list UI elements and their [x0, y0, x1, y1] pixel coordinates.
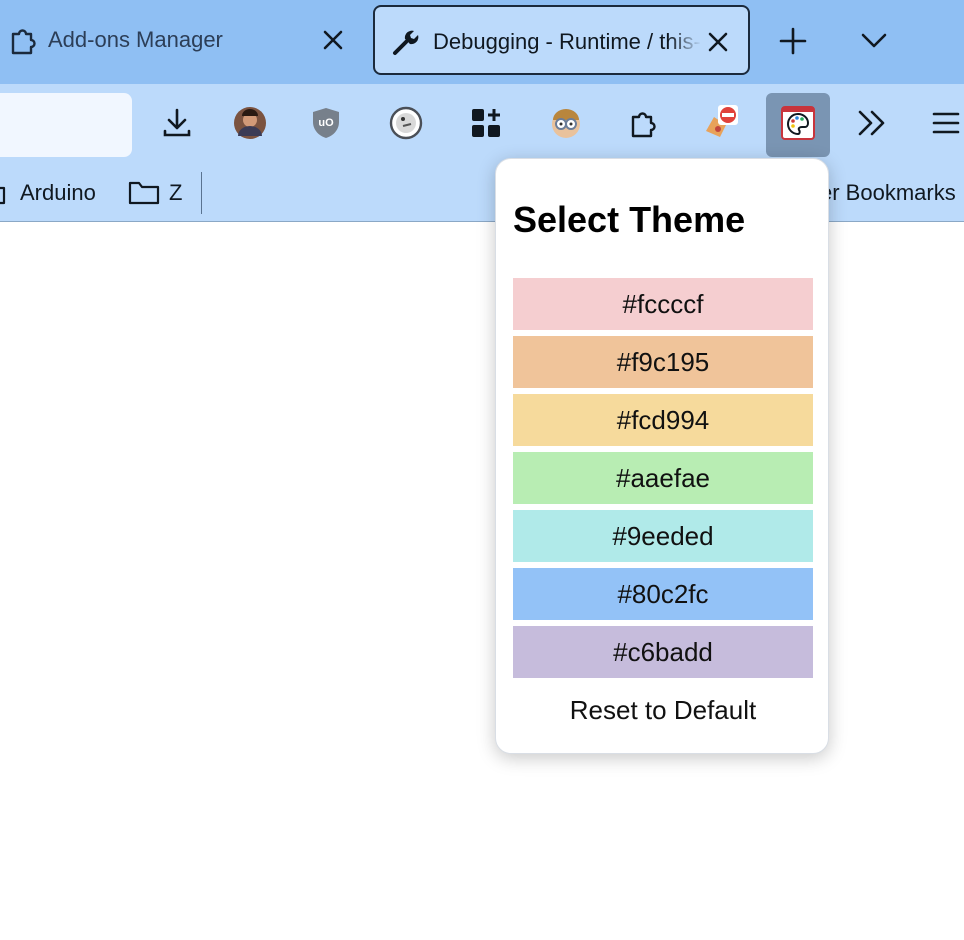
apps-grid-button[interactable] [454, 93, 518, 157]
bookmark-folder-arduino[interactable]: Arduino [0, 180, 96, 206]
apps-grid-plus-icon [470, 107, 502, 144]
duckduckgo-icon [389, 106, 423, 145]
theme-swatch-button[interactable]: #f9c195 [513, 336, 813, 388]
duckduckgo-button[interactable] [374, 93, 438, 157]
palette-icon [781, 105, 815, 145]
theme-picker-button[interactable] [766, 93, 830, 157]
chevron-down-icon[interactable] [859, 26, 889, 56]
folder-icon [0, 180, 8, 206]
avatar-extension-button[interactable] [218, 93, 282, 157]
tab-addons-manager[interactable]: Add-ons Manager [0, 5, 368, 75]
tab-debugging[interactable]: Debugging - Runtime / this-firefox [373, 5, 750, 75]
theme-swatch-button[interactable]: #fcd994 [513, 394, 813, 446]
tab-strip: Add-ons Manager Debugging - Runtime / th… [0, 0, 964, 84]
glasses-face-button[interactable] [534, 93, 598, 157]
bookmarks-separator [201, 172, 202, 214]
bookmark-label: Z [169, 180, 183, 205]
popup-title: Select Theme [513, 199, 746, 240]
extensions-button[interactable] [611, 93, 675, 157]
theme-picker-popup: Select Theme #fccccf #f9c195 #fcd994 #aaefa… [495, 158, 829, 754]
other-bookmarks-label: er Bookmarks [820, 180, 956, 205]
bookmark-folder-z[interactable]: Z [128, 180, 182, 206]
overflow-chevrons-icon [856, 108, 888, 143]
puzzle-icon [628, 108, 658, 143]
reset-to-default-button[interactable]: Reset to Default [513, 695, 813, 727]
tab-title: Debugging - Runtime / this-firefox [433, 29, 701, 54]
close-icon[interactable] [322, 29, 344, 51]
overflow-menu-button[interactable] [840, 93, 904, 157]
theme-swatch-button[interactable]: #aaefae [513, 452, 813, 504]
download-icon [162, 107, 192, 144]
theme-swatch-button[interactable]: #9eeded [513, 510, 813, 562]
ublock-shield-icon: uO [311, 106, 341, 145]
theme-swatch-button[interactable]: #80c2fc [513, 568, 813, 620]
downloads-button[interactable] [145, 93, 209, 157]
hamburger-menu-icon [931, 110, 961, 141]
blocked-extension-button[interactable] [688, 93, 752, 157]
theme-swatch-button[interactable]: #c6badd [513, 626, 813, 678]
glasses-face-icon [549, 106, 583, 145]
app-menu-button[interactable] [914, 93, 964, 157]
avatar-extension-icon [233, 106, 267, 145]
wrench-icon [391, 27, 421, 57]
nav-toolbar: uO [0, 84, 964, 168]
blocked-extension-icon [700, 103, 740, 148]
plus-icon[interactable] [778, 26, 808, 56]
theme-swatch-button[interactable]: #fccccf [513, 278, 813, 330]
url-bar[interactable] [0, 93, 132, 157]
ublock-button[interactable]: uO [294, 93, 358, 157]
close-icon[interactable] [707, 31, 729, 53]
folder-icon [128, 180, 160, 206]
puzzle-icon [8, 25, 38, 55]
svg-text:uO: uO [318, 117, 334, 129]
bookmark-label: Arduino [20, 180, 96, 205]
tab-title: Add-ons Manager [48, 27, 223, 52]
other-bookmarks[interactable]: er Bookmarks [820, 180, 956, 206]
